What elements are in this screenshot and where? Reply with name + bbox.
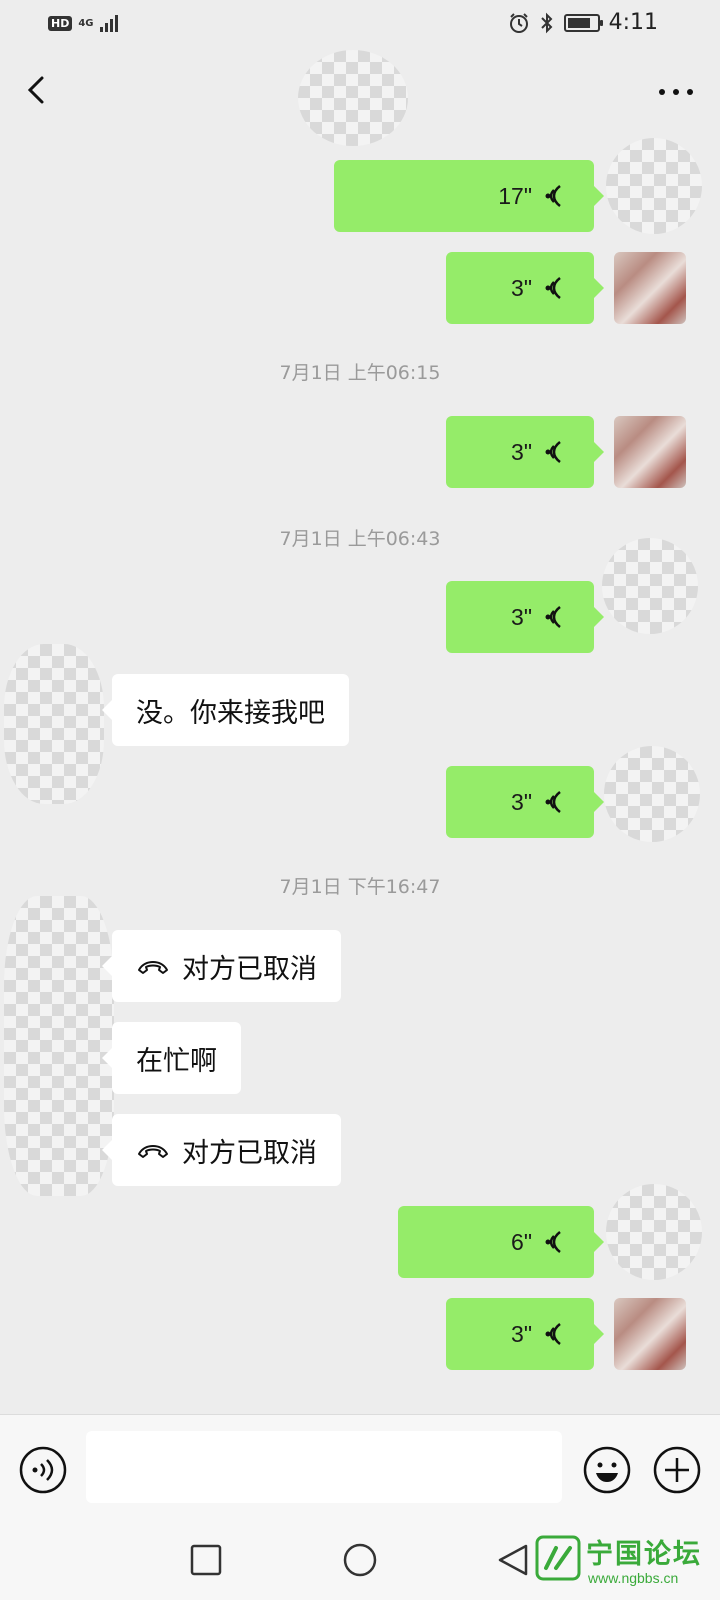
call-status-text: 对方已取消 (182, 953, 317, 985)
voice-wave-icon (545, 441, 561, 463)
voice-wave-icon (545, 791, 561, 813)
message-input[interactable] (86, 1431, 562, 1503)
watermark-url: www.ngbbs.cn (588, 1570, 679, 1586)
square-icon[interactable] (190, 1544, 222, 1576)
voice-message[interactable]: 17" (334, 160, 604, 232)
avatar[interactable] (604, 746, 700, 842)
hd-badge: HD (48, 15, 73, 31)
call-message[interactable]: 对方已取消 (102, 1114, 341, 1186)
voice-message[interactable]: 3" (446, 766, 604, 838)
avatar[interactable] (614, 416, 686, 488)
voice-message[interactable]: 3" (446, 581, 604, 653)
message-list[interactable]: 17" 3" 7月1日 上午06:15 3" 7月1日 上午06:43 3" 没… (0, 134, 720, 1414)
voice-duration: 6" (511, 1228, 532, 1255)
watermark: 宁国论坛 www.ngbbs.cn (528, 1524, 716, 1598)
text-message[interactable]: 在忙啊 (102, 1022, 241, 1094)
triangle-back-icon[interactable] (496, 1542, 530, 1578)
message-text: 没。你来接我吧 (136, 697, 325, 729)
chat-input-bar (0, 1414, 720, 1522)
message-timestamp: 7月1日 上午06:15 (279, 362, 441, 384)
message-text: 在忙啊 (136, 1045, 217, 1077)
voice-duration: 17" (498, 182, 532, 209)
avatar[interactable] (4, 896, 114, 1196)
network-type: 4G (78, 17, 94, 29)
chat-header (0, 48, 720, 146)
status-left-indicators: HD 4G (48, 14, 118, 32)
voice-message[interactable]: 3" (446, 1298, 604, 1370)
avatar[interactable] (606, 1184, 702, 1280)
message-timestamp: 7月1日 下午16:47 (279, 876, 441, 898)
emoji-icon[interactable] (582, 1445, 632, 1495)
voice-message[interactable]: 6" (398, 1206, 604, 1278)
avatar[interactable] (614, 252, 686, 324)
voice-duration: 3" (511, 438, 532, 465)
chat-title (298, 50, 408, 146)
phone-hangup-icon (138, 1145, 168, 1158)
watermark-title: 宁国论坛 (586, 1539, 702, 1570)
circle-icon[interactable] (342, 1542, 378, 1578)
bluetooth-icon (541, 12, 553, 34)
avatar[interactable] (606, 138, 702, 234)
call-message[interactable]: 对方已取消 (102, 930, 341, 1002)
avatar[interactable] (614, 1298, 686, 1370)
avatar[interactable] (602, 538, 698, 634)
battery-icon (564, 14, 603, 32)
voice-mode-icon[interactable] (18, 1445, 68, 1495)
voice-message[interactable]: 3" (446, 416, 604, 488)
voice-wave-icon (545, 277, 561, 299)
avatar[interactable] (4, 644, 104, 804)
status-right-indicators (508, 12, 603, 34)
chevron-left-icon[interactable] (18, 70, 58, 110)
voice-wave-icon (545, 185, 561, 207)
message-timestamp: 7月1日 上午06:43 (279, 528, 441, 550)
signal-icon (99, 14, 118, 32)
ellipsis-icon[interactable] (654, 72, 698, 112)
voice-wave-icon (545, 1231, 561, 1253)
voice-wave-icon (545, 606, 561, 628)
text-message[interactable]: 没。你来接我吧 (102, 674, 349, 746)
call-status-text: 对方已取消 (182, 1137, 317, 1169)
watermark-logo-icon (535, 1535, 581, 1581)
status-bar: HD 4G 4:11 (0, 0, 720, 48)
voice-wave-icon (545, 1323, 561, 1345)
status-time: 4:11 (608, 10, 658, 35)
plus-icon[interactable] (652, 1445, 702, 1495)
voice-duration: 3" (511, 788, 532, 815)
voice-duration: 3" (511, 274, 532, 301)
phone-hangup-icon (138, 961, 168, 974)
system-nav-bar: 宁国论坛 www.ngbbs.cn (0, 1522, 720, 1600)
voice-message[interactable]: 3" (446, 252, 604, 324)
voice-duration: 3" (511, 1320, 532, 1347)
voice-duration: 3" (511, 603, 532, 630)
alarm-icon (510, 13, 528, 33)
